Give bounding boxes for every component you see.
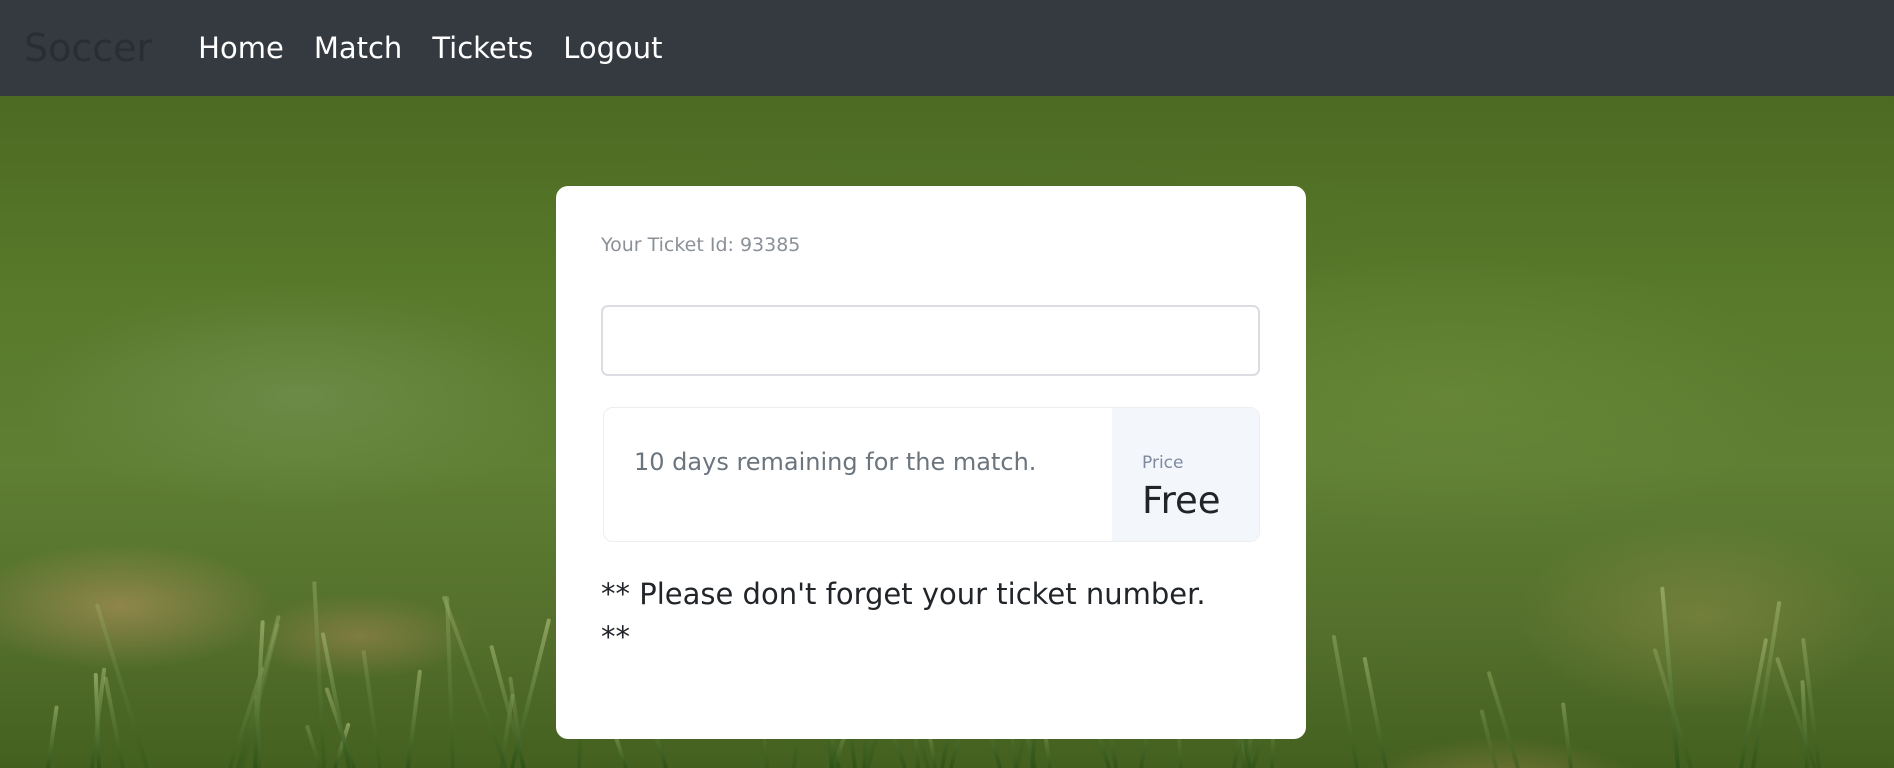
grass-blade xyxy=(1560,702,1573,768)
price-panel: Price Free xyxy=(1112,408,1259,541)
ticket-reminder-note: ** Please don't forget your ticket numbe… xyxy=(601,577,1206,654)
nav-link-logout[interactable]: Logout xyxy=(563,31,662,65)
grass-blade xyxy=(1331,634,1359,768)
grass-blade xyxy=(1479,709,1498,768)
grass-blade xyxy=(361,649,382,768)
grass-blade xyxy=(406,669,423,768)
price-label: Price xyxy=(1142,453,1184,473)
grass-blade xyxy=(46,705,59,768)
days-remaining-text: 10 days remaining for the match. xyxy=(634,448,1037,476)
ticket-id-label: Your Ticket Id: 93385 xyxy=(601,234,801,256)
nav-link-home[interactable]: Home xyxy=(198,31,284,65)
navbar: Soccer Home Match Tickets Logout xyxy=(0,0,1894,96)
grass-blade xyxy=(320,632,351,768)
nav-link-tickets[interactable]: Tickets xyxy=(432,31,533,65)
ticket-card: Your Ticket Id: 93385 10 days remaining … xyxy=(556,186,1306,739)
page: Soccer Home Match Tickets Logout Your Ti… xyxy=(0,0,1894,768)
match-info-box: 10 days remaining for the match. Price F… xyxy=(603,407,1260,542)
grass-blade xyxy=(1362,656,1388,768)
nav-link-match[interactable]: Match xyxy=(314,31,403,65)
ticket-input[interactable] xyxy=(601,305,1260,376)
brand-logo[interactable]: Soccer xyxy=(24,26,152,70)
price-value: Free xyxy=(1142,479,1221,522)
grass-blade xyxy=(312,581,326,768)
grass-blade xyxy=(489,644,526,768)
